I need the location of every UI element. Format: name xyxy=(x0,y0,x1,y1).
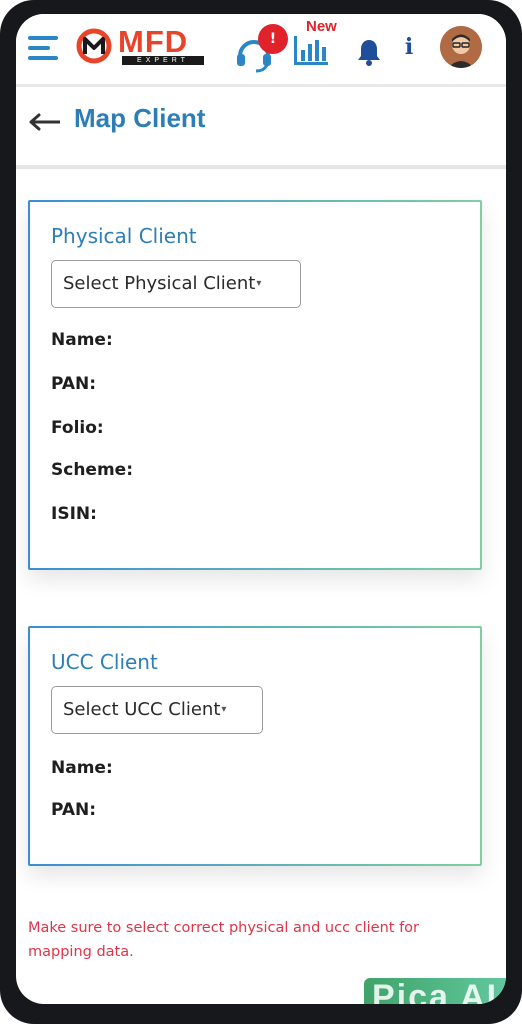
watermark-text: Pica AI xyxy=(372,978,499,1004)
bell-icon[interactable] xyxy=(356,38,382,66)
phone-frame: MFD EXPERT ! New i Map Client Physical C… xyxy=(0,0,522,1024)
notification-badge: ! xyxy=(258,24,288,54)
avatar[interactable] xyxy=(440,26,482,68)
field-name: Name: xyxy=(51,758,113,778)
info-icon[interactable]: i xyxy=(402,34,416,64)
ucc-client-card: UCC Client Select UCC Client▾ Name: PAN: xyxy=(28,626,482,866)
ucc-client-select-value: Select UCC Client xyxy=(63,699,221,720)
back-arrow-icon[interactable] xyxy=(28,110,62,134)
field-pan: PAN: xyxy=(51,374,97,394)
menu-icon[interactable] xyxy=(28,36,60,60)
caret-down-icon: ▾ xyxy=(221,704,227,715)
avatar-person-icon xyxy=(440,26,482,68)
physical-client-card: Physical Client Select Physical Client▾ … xyxy=(28,200,482,570)
ucc-client-title: UCC Client xyxy=(51,650,158,674)
logo-text: MFD xyxy=(118,24,189,59)
physical-client-select[interactable]: Select Physical Client▾ xyxy=(51,260,301,308)
app-screen: MFD EXPERT ! New i Map Client Physical C… xyxy=(16,14,506,1004)
new-label: New xyxy=(306,18,337,35)
app-logo[interactable]: MFD EXPERT xyxy=(76,24,204,66)
field-name: Name: xyxy=(51,330,113,350)
logo-mark-icon xyxy=(76,28,112,64)
top-header: MFD EXPERT ! New i xyxy=(16,14,506,80)
field-scheme: Scheme: xyxy=(51,460,133,480)
bar-chart-icon[interactable] xyxy=(292,36,330,66)
field-isin: ISIN: xyxy=(51,504,97,524)
page-title: Map Client xyxy=(74,103,206,133)
physical-client-select-value: Select Physical Client xyxy=(63,273,256,294)
support-button[interactable]: ! xyxy=(234,24,288,73)
logo-subtext: EXPERT xyxy=(122,56,204,65)
page-title-bar: Map Client xyxy=(16,84,506,169)
caret-down-icon: ▾ xyxy=(256,278,262,289)
physical-client-title: Physical Client xyxy=(51,224,197,248)
field-folio: Folio: xyxy=(51,418,104,438)
mapping-note: Make sure to select correct physical and… xyxy=(28,920,420,960)
ucc-client-select[interactable]: Select UCC Client▾ xyxy=(51,686,263,734)
field-pan: PAN: xyxy=(51,800,97,820)
watermark: Pica AI xyxy=(364,978,506,1004)
